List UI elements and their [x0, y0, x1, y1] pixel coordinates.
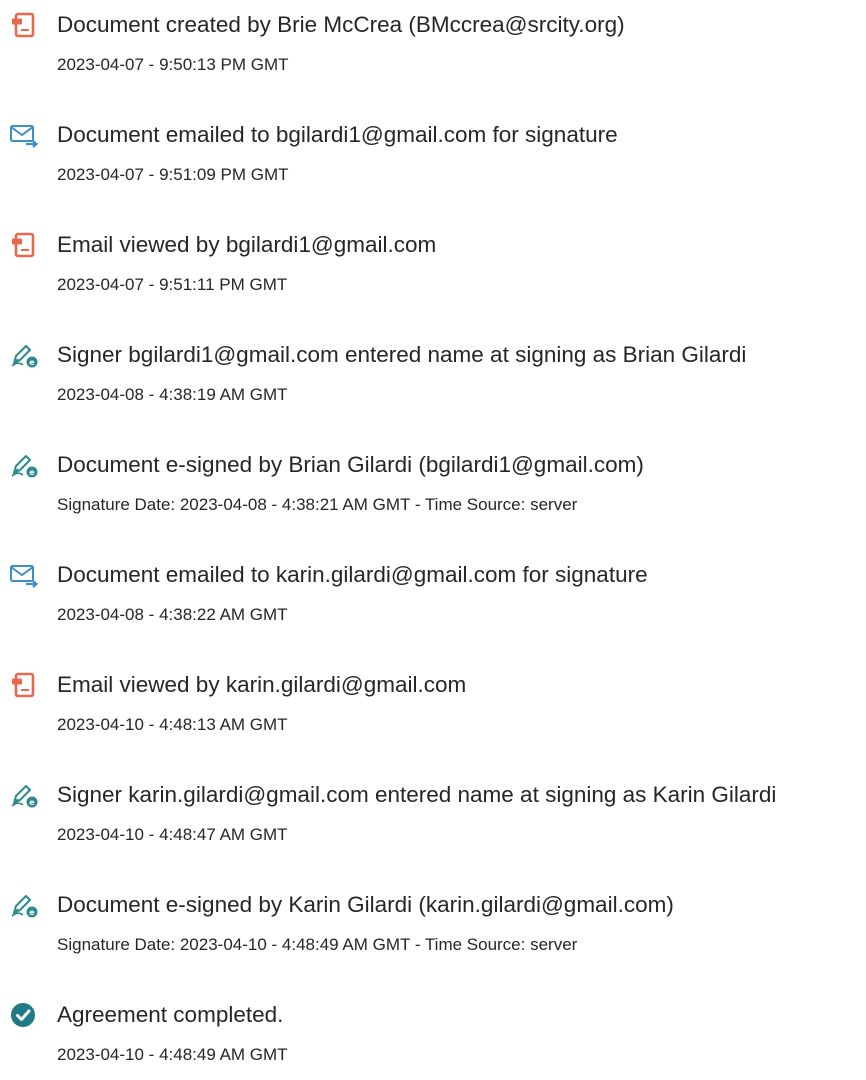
email-send-icon — [9, 120, 39, 150]
signature-date: Signature Date: 2023-04-10 - 4:48:49 AM … — [57, 935, 578, 954]
event-timestamp: 2023-04-10 - 4:48:49 AM GMT — [57, 1045, 288, 1064]
event-title: Agreement completed. — [57, 1002, 284, 1027]
event-title: Document e-signed by Karin Gilardi (kari… — [57, 892, 674, 917]
signature-date: Signature Date: 2023-04-08 - 4:38:21 AM … — [57, 495, 578, 514]
document-icon — [9, 670, 39, 700]
history-event: Document created by Brie McCrea (BMccrea… — [0, 0, 866, 90]
event-timestamp: 2023-04-10 - 4:48:13 AM GMT — [57, 715, 288, 734]
event-title: Document e-signed by Brian Gilardi (bgil… — [57, 452, 644, 477]
event-timestamp: 2023-04-08 - 4:38:19 AM GMT — [57, 385, 288, 404]
history-event: Document emailed to bgilardi1@gmail.com … — [0, 110, 866, 200]
event-timestamp: 2023-04-08 - 4:38:22 AM GMT — [57, 605, 288, 624]
check-circle-icon — [9, 1000, 39, 1030]
event-title: Document created by Brie McCrea (BMccrea… — [57, 12, 625, 37]
esign-pen-icon: e — [9, 340, 39, 370]
history-event: Email viewed by karin.gilardi@gmail.com … — [0, 660, 866, 750]
email-send-icon — [9, 560, 39, 590]
event-title: Signer bgilardi1@gmail.com entered name … — [57, 342, 747, 367]
svg-text:e: e — [29, 908, 35, 917]
event-timestamp: 2023-04-07 - 9:50:13 PM GMT — [57, 55, 289, 74]
event-title: Signer karin.gilardi@gmail.com entered n… — [57, 782, 777, 807]
svg-text:e: e — [29, 358, 35, 367]
event-title: Document emailed to bgilardi1@gmail.com … — [57, 122, 618, 147]
esign-pen-icon: e — [9, 890, 39, 920]
history-event: Document emailed to karin.gilardi@gmail.… — [0, 550, 866, 640]
history-event: Agreement completed. 2023-04-10 - 4:48:4… — [0, 990, 866, 1080]
event-title: Email viewed by karin.gilardi@gmail.com — [57, 672, 467, 697]
history-event: e Signer karin.gilardi@gmail.com entered… — [0, 770, 866, 860]
event-title: Email viewed by bgilardi1@gmail.com — [57, 232, 437, 257]
document-icon — [9, 10, 39, 40]
history-event: e Document e-signed by Brian Gilardi (bg… — [0, 440, 866, 530]
event-timestamp: 2023-04-10 - 4:48:47 AM GMT — [57, 825, 288, 844]
svg-text:e: e — [29, 798, 35, 807]
event-timestamp: 2023-04-07 - 9:51:09 PM GMT — [57, 165, 289, 184]
event-title: Document emailed to karin.gilardi@gmail.… — [57, 562, 648, 587]
esign-pen-icon: e — [9, 780, 39, 810]
history-event: e Document e-signed by Karin Gilardi (ka… — [0, 880, 866, 970]
event-timestamp: 2023-04-07 - 9:51:11 PM GMT — [57, 275, 288, 294]
history-event: Email viewed by bgilardi1@gmail.com 2023… — [0, 220, 866, 310]
history-event: e Signer bgilardi1@gmail.com entered nam… — [0, 330, 866, 420]
svg-text:e: e — [29, 468, 35, 477]
esign-pen-icon: e — [9, 450, 39, 480]
document-icon — [9, 230, 39, 260]
